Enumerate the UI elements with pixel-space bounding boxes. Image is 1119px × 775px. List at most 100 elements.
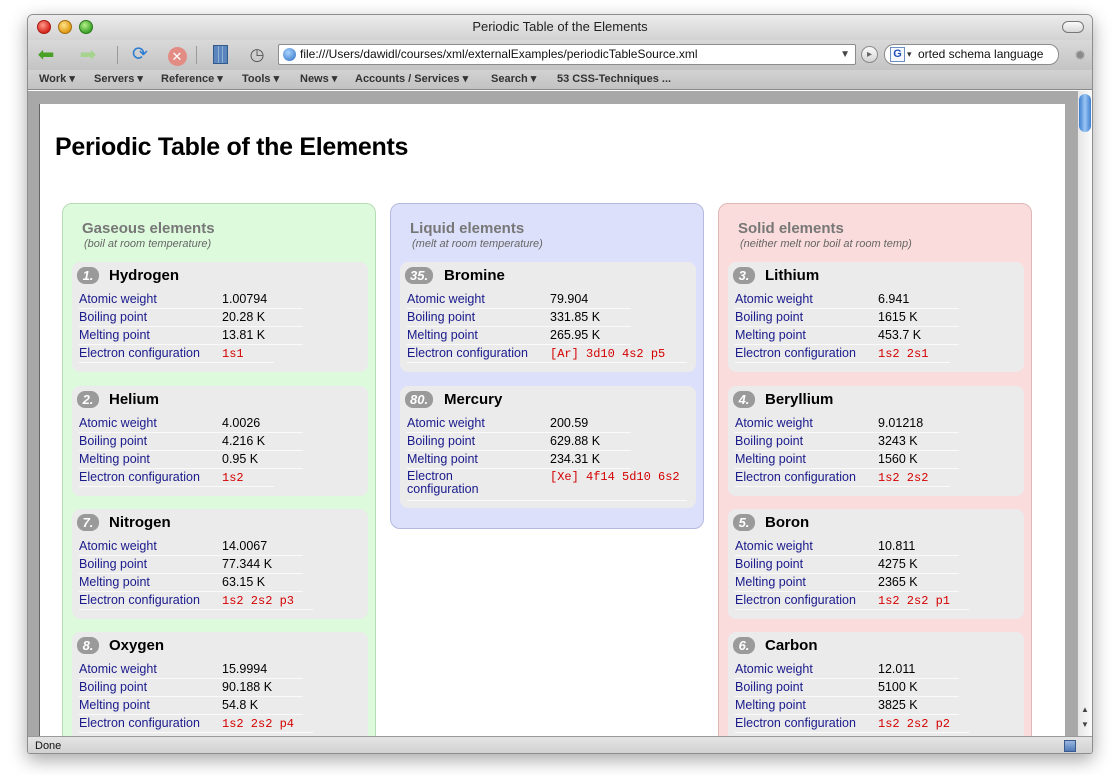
element-card-beryllium: 4. Beryllium Atomic weight 9.01218 Boilin… bbox=[728, 386, 1024, 496]
bookmark-folder-reference[interactable]: Reference ▾ bbox=[161, 70, 223, 89]
url-text: file:///Users/dawidl/courses/xml/externa… bbox=[300, 47, 698, 61]
field-value: 54.8 K bbox=[222, 698, 259, 712]
scrollbar-thumb[interactable] bbox=[1079, 94, 1091, 132]
field-label: Boiling point bbox=[79, 434, 148, 448]
window-title: Periodic Table of the Elements bbox=[472, 19, 648, 34]
electron-configuration-row: Electron configuration 1s2 2s2 p2 bbox=[735, 715, 969, 733]
field-value: 0.95 K bbox=[222, 452, 259, 466]
page-info-icon[interactable] bbox=[1064, 740, 1076, 752]
field-label: Atomic weight bbox=[407, 292, 485, 306]
element-card-bromine: 35. Bromine Atomic weight 79.904 Boiling … bbox=[400, 262, 696, 372]
atomic-number-badge: 80. bbox=[405, 391, 434, 408]
atomic-weight-row: Atomic weight 12.011 bbox=[735, 661, 959, 679]
field-value: 77.344 K bbox=[222, 557, 273, 571]
search-field[interactable]: G ▾ orted schema language bbox=[884, 44, 1059, 65]
minimize-window-button[interactable] bbox=[58, 20, 72, 34]
bookmark-folder-accounts-services[interactable]: Accounts / Services ▾ bbox=[355, 70, 468, 89]
field-value: 1s2 2s2 p1 bbox=[878, 594, 951, 608]
globe-icon bbox=[283, 48, 296, 61]
search-engine-dropdown-icon[interactable]: ▾ bbox=[907, 45, 912, 64]
atomic-weight-row: Atomic weight 200.59 bbox=[407, 415, 631, 433]
bookmark-folder-servers[interactable]: Servers ▾ bbox=[94, 70, 143, 89]
back-button[interactable]: ⬅ bbox=[34, 43, 58, 67]
bookmark-folder-tools[interactable]: Tools ▾ bbox=[242, 70, 279, 89]
zoom-window-button[interactable] bbox=[79, 20, 93, 34]
title-bar: Periodic Table of the Elements bbox=[28, 15, 1092, 40]
navigation-toolbar: ⬅ ➡ ⟳ ✕ ◷ file:///Users/dawidl/courses/x… bbox=[28, 40, 1092, 70]
atomic-weight-row: Atomic weight 4.0026 bbox=[79, 415, 303, 433]
electron-configuration-row: Electron configuration 1s2 2s1 bbox=[735, 345, 950, 363]
url-field[interactable]: file:///Users/dawidl/courses/xml/externa… bbox=[278, 44, 856, 65]
field-label: Atomic weight bbox=[735, 539, 813, 553]
close-window-button[interactable] bbox=[37, 20, 51, 34]
scroll-up-arrow-icon[interactable]: ▲ bbox=[1078, 703, 1092, 717]
field-label: Boiling point bbox=[79, 557, 148, 571]
atomic-weight-row: Atomic weight 79.904 bbox=[407, 291, 631, 309]
field-value: 1s2 bbox=[222, 471, 244, 485]
field-value: 15.9994 bbox=[222, 662, 268, 676]
element-name: Boron bbox=[765, 514, 810, 531]
field-label: Atomic weight bbox=[407, 416, 485, 430]
field-label: Atomic weight bbox=[79, 292, 157, 306]
bookmark-css-techniques[interactable]: 53 CSS-Techniques ... bbox=[557, 70, 671, 89]
forward-button[interactable]: ➡ bbox=[76, 43, 100, 67]
atomic-number-badge: 7. bbox=[77, 514, 99, 531]
vertical-scrollbar[interactable]: ▲ ▼ bbox=[1077, 91, 1092, 736]
electron-configuration-row: Electron configuration [Xe] 4f14 5d10 6s2 bbox=[407, 469, 687, 501]
melting-point-row: Melting point 453.7 K bbox=[735, 327, 959, 345]
element-card-carbon: 6. Carbon Atomic weight 12.011 Boiling po… bbox=[728, 632, 1024, 736]
google-search-icon[interactable]: G bbox=[890, 47, 905, 62]
atomic-weight-row: Atomic weight 10.811 bbox=[735, 538, 959, 556]
atomic-number-badge: 3. bbox=[733, 267, 755, 284]
element-card-boron: 5. Boron Atomic weight 10.811 Boiling poi… bbox=[728, 509, 1024, 619]
bookmarks-button[interactable] bbox=[208, 43, 232, 67]
field-value: [Ar] 3d10 4s2 p5 bbox=[550, 347, 666, 361]
field-value: 2365 K bbox=[878, 575, 918, 589]
gaseous-elements-column: Gaseous elements (boil at room temperatu… bbox=[62, 203, 376, 736]
electron-configuration-row: Electron configuration [Ar] 3d10 4s2 p5 bbox=[407, 345, 687, 363]
atomic-number-badge: 5. bbox=[733, 514, 755, 531]
page-title: Periodic Table of the Elements bbox=[55, 133, 409, 161]
field-label: Electron configuration bbox=[407, 346, 528, 360]
reload-button[interactable]: ⟳ bbox=[128, 43, 152, 67]
url-dropdown-icon[interactable]: ▼ bbox=[840, 45, 850, 64]
field-value: 1560 K bbox=[878, 452, 918, 466]
boiling-point-row: Boiling point 3243 K bbox=[735, 433, 959, 451]
bookmark-folder-news[interactable]: News ▾ bbox=[300, 70, 337, 89]
field-label: Melting point bbox=[735, 698, 806, 712]
bookmarks-bar: Work ▾ Servers ▾ Reference ▾ Tools ▾ New… bbox=[28, 70, 1092, 90]
field-value: 4.0026 bbox=[222, 416, 261, 430]
element-card-lithium: 3. Lithium Atomic weight 6.941 Boiling po… bbox=[728, 262, 1024, 372]
field-label: Boiling point bbox=[79, 310, 148, 324]
field-value: 331.85 K bbox=[550, 310, 601, 324]
element-name: Nitrogen bbox=[109, 514, 171, 531]
field-label: Electron configuration bbox=[735, 716, 856, 730]
status-bar: Done bbox=[28, 736, 1092, 753]
boiling-point-row: Boiling point 331.85 K bbox=[407, 309, 631, 327]
column-subheading: (neither melt nor boil at room temp) bbox=[740, 238, 912, 250]
column-heading: Solid elements bbox=[738, 220, 844, 237]
history-button[interactable]: ◷ bbox=[245, 43, 269, 67]
go-button[interactable]: ▸ bbox=[861, 46, 878, 63]
field-label: Atomic weight bbox=[79, 416, 157, 430]
field-value: 3243 K bbox=[878, 434, 918, 448]
scroll-down-arrow-icon[interactable]: ▼ bbox=[1078, 718, 1092, 732]
toolbar-toggle-button[interactable] bbox=[1062, 21, 1084, 33]
search-text: orted schema language bbox=[918, 47, 1044, 61]
field-value: 453.7 K bbox=[878, 328, 922, 342]
bookmark-folder-search[interactable]: Search ▾ bbox=[491, 70, 536, 89]
melting-point-row: Melting point 234.31 K bbox=[407, 451, 631, 469]
field-value: 9.01218 bbox=[878, 416, 924, 430]
field-value: 1.00794 bbox=[222, 292, 268, 306]
browser-window: Periodic Table of the Elements ⬅ ➡ ⟳ ✕ ◷… bbox=[27, 14, 1093, 754]
field-value: 13.81 K bbox=[222, 328, 266, 342]
element-card-helium: 2. Helium Atomic weight 4.0026 Boiling po… bbox=[72, 386, 368, 496]
field-label: Electron configuration bbox=[79, 346, 200, 360]
field-label: Electron configuration bbox=[735, 346, 856, 360]
field-value: 265.95 K bbox=[550, 328, 601, 342]
field-label: Melting point bbox=[407, 452, 478, 466]
field-value: 1615 K bbox=[878, 310, 918, 324]
field-value: 3825 K bbox=[878, 698, 918, 712]
stop-button[interactable]: ✕ bbox=[165, 43, 189, 67]
bookmark-folder-work[interactable]: Work ▾ bbox=[39, 70, 75, 89]
